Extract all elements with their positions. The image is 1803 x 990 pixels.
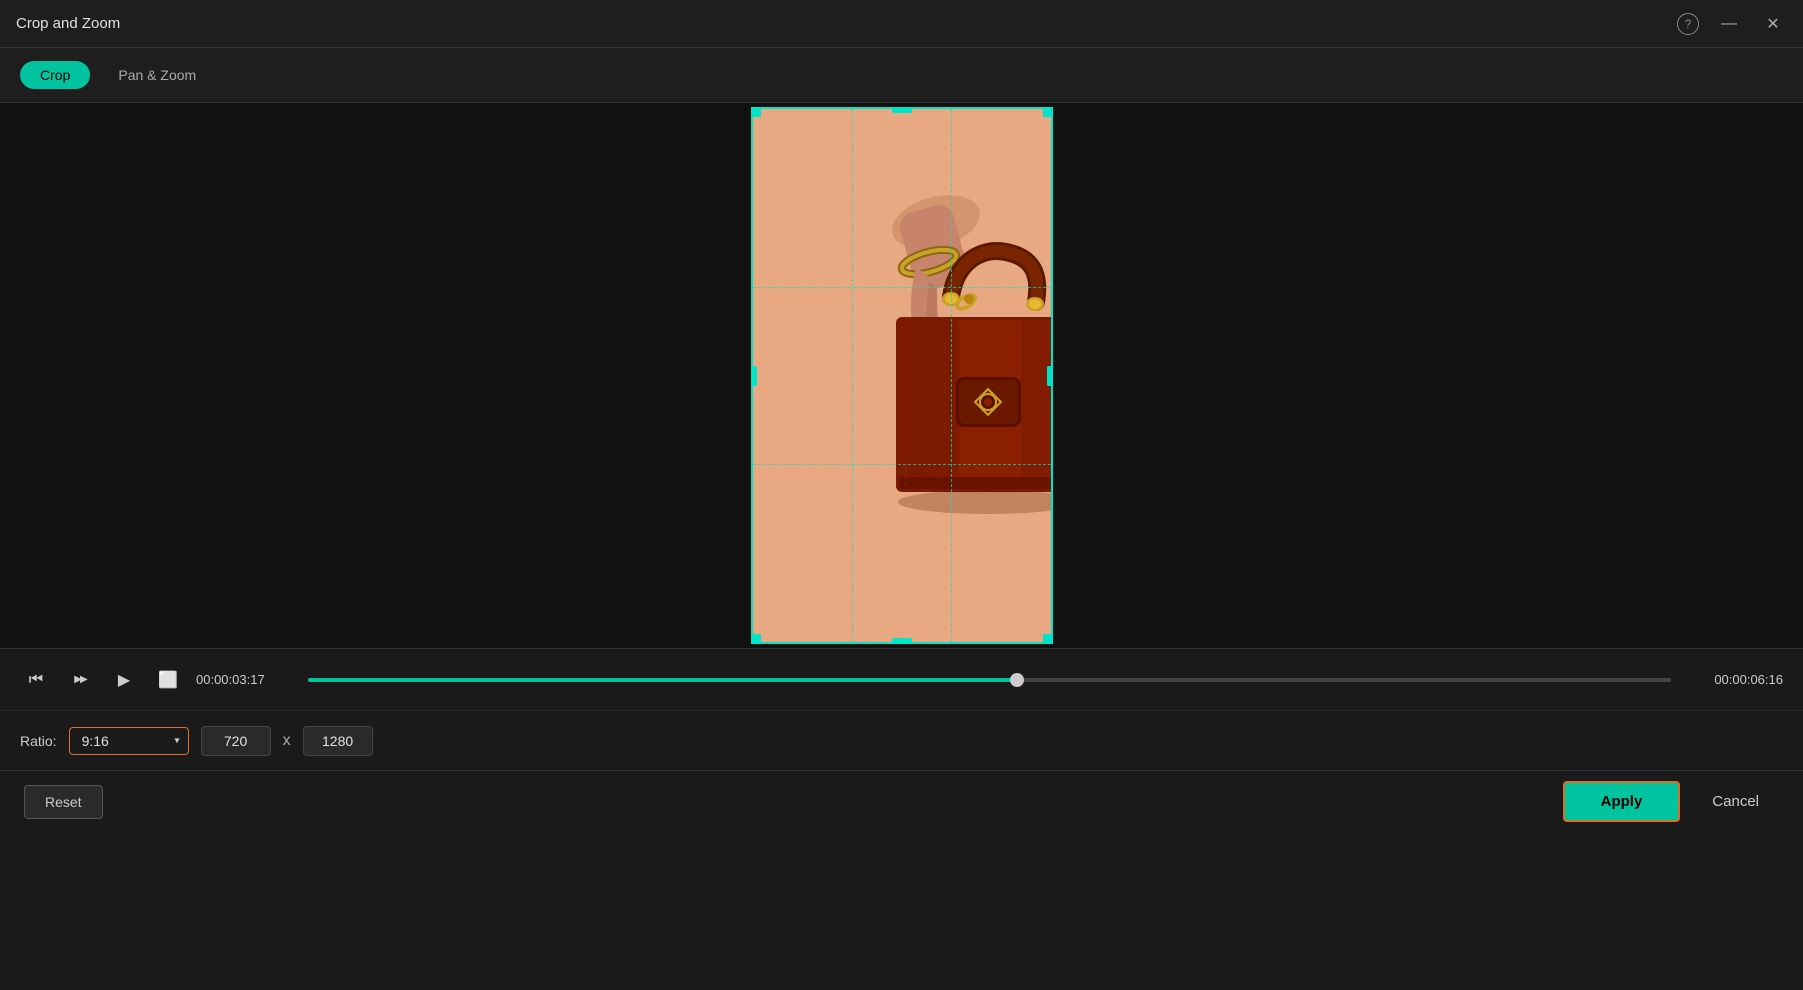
play-icon: ▶ bbox=[118, 670, 130, 690]
step-back-icon: ⏮ bbox=[29, 671, 43, 689]
tab-pan-zoom[interactable]: Pan & Zoom bbox=[98, 61, 216, 89]
ratio-label: Ratio: bbox=[20, 733, 57, 749]
question-icon: ? bbox=[1685, 17, 1692, 31]
preview-area bbox=[0, 103, 1803, 648]
play-button[interactable]: ▶ bbox=[108, 664, 140, 696]
screenshot-icon: ⬜ bbox=[158, 670, 178, 690]
tab-crop[interactable]: Crop bbox=[20, 61, 90, 89]
action-right: Apply Cancel bbox=[1563, 781, 1779, 822]
ratio-select-wrapper[interactable]: Custom 1:1 4:3 16:9 9:16 21:9 ▾ bbox=[69, 727, 189, 755]
screenshot-button[interactable]: ⬜ bbox=[152, 664, 184, 696]
title-bar-controls: ? — ✕ bbox=[1677, 10, 1787, 38]
minimize-icon: — bbox=[1721, 15, 1737, 33]
video-container[interactable] bbox=[751, 107, 1053, 644]
title-bar: Crop and Zoom ? — ✕ bbox=[0, 0, 1803, 48]
ratio-row: Ratio: Custom 1:1 4:3 16:9 9:16 21:9 ▾ 7… bbox=[0, 710, 1803, 770]
height-input[interactable]: 1280 bbox=[303, 726, 373, 756]
progress-bar[interactable] bbox=[308, 678, 1671, 682]
tab-bar: Crop Pan & Zoom bbox=[0, 48, 1803, 103]
step-forward-icon: ▶▶ bbox=[74, 674, 85, 685]
window-title: Crop and Zoom bbox=[16, 15, 120, 32]
progress-thumb[interactable] bbox=[1010, 673, 1024, 687]
time-total: 00:00:06:16 bbox=[1683, 672, 1783, 687]
preview-image bbox=[751, 107, 1053, 644]
time-current: 00:00:03:17 bbox=[196, 672, 296, 687]
close-icon: ✕ bbox=[1766, 14, 1779, 34]
video-image bbox=[751, 107, 1053, 644]
width-input[interactable]: 720 bbox=[201, 726, 271, 756]
ratio-select[interactable]: Custom 1:1 4:3 16:9 9:16 21:9 bbox=[82, 733, 151, 749]
apply-button[interactable]: Apply bbox=[1563, 781, 1681, 822]
cancel-button[interactable]: Cancel bbox=[1692, 783, 1779, 820]
minimize-button[interactable]: — bbox=[1715, 10, 1743, 38]
action-bar: Reset Apply Cancel bbox=[0, 770, 1803, 832]
help-button[interactable]: ? bbox=[1677, 13, 1699, 35]
progress-fill bbox=[308, 678, 1017, 682]
dimension-separator: x bbox=[283, 732, 291, 750]
step-back-button[interactable]: ⏮ bbox=[20, 664, 52, 696]
step-forward-button[interactable]: ▶▶ bbox=[64, 664, 96, 696]
title-bar-left: Crop and Zoom bbox=[16, 15, 120, 32]
reset-button[interactable]: Reset bbox=[24, 785, 103, 819]
controls-bar: ⏮ ▶▶ ▶ ⬜ 00:00:03:17 00:00:06:16 bbox=[0, 648, 1803, 710]
close-button[interactable]: ✕ bbox=[1759, 10, 1787, 38]
chevron-down-icon: ▾ bbox=[175, 735, 180, 746]
